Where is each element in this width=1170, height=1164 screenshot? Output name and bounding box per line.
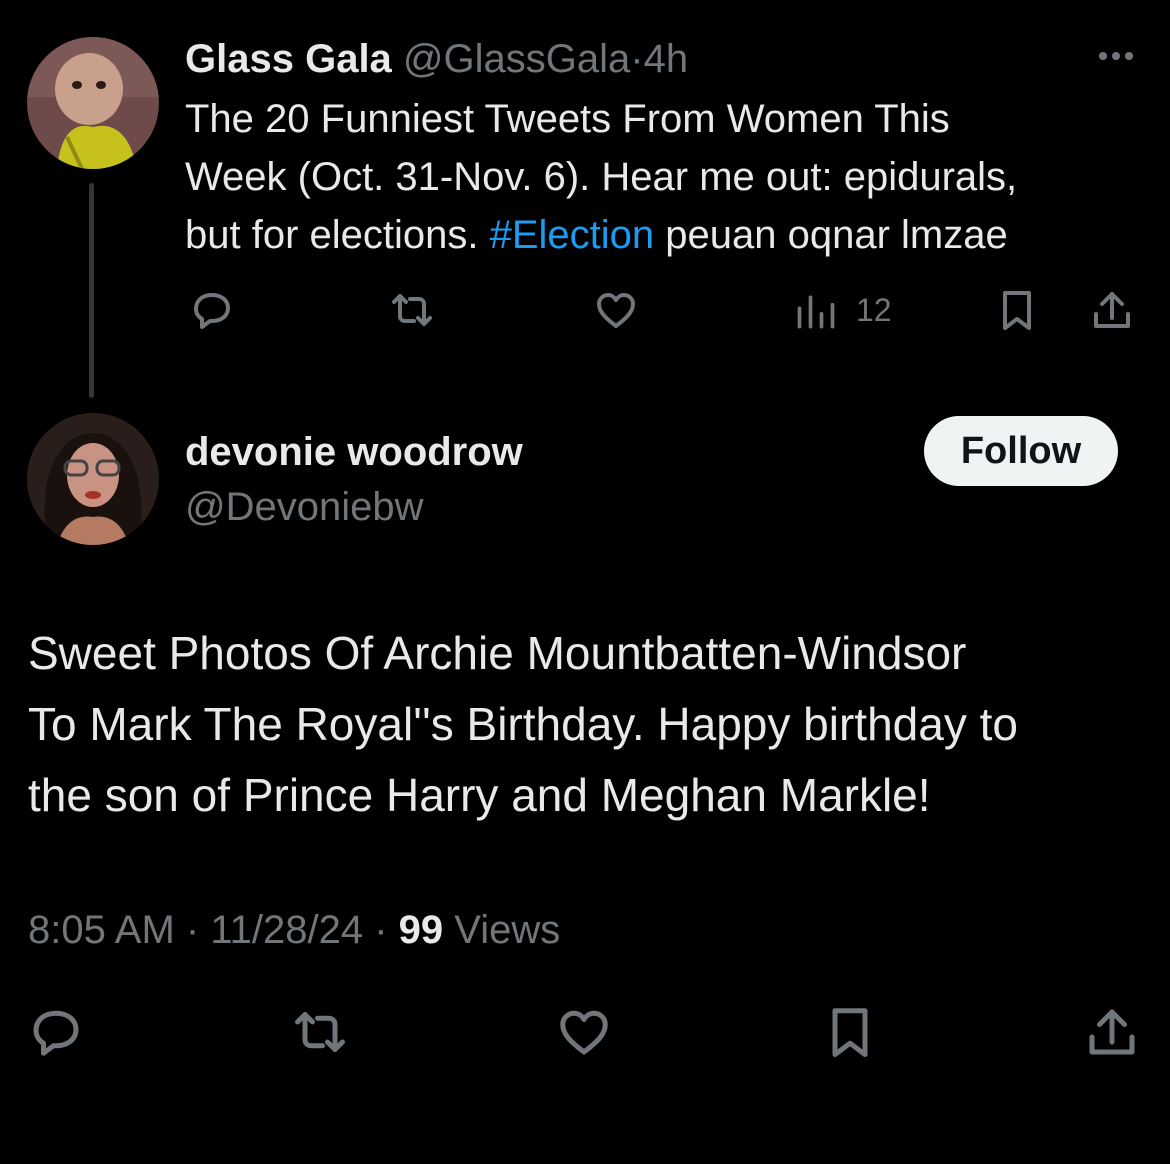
reply-icon[interactable] bbox=[26, 1002, 86, 1062]
meta-separator: · bbox=[185, 908, 200, 952]
tweet1-text: The 20 Funniest Tweets From Women This W… bbox=[185, 90, 1145, 264]
like-icon[interactable] bbox=[592, 286, 640, 334]
tweet1-line: The 20 Funniest Tweets From Women This bbox=[185, 97, 950, 141]
more-options-icon[interactable] bbox=[1092, 38, 1140, 74]
tweet2-time[interactable]: 8:05 AM bbox=[28, 908, 175, 952]
views-icon[interactable] bbox=[794, 290, 838, 334]
tweet1-author-handle[interactable]: @GlassGala bbox=[403, 37, 630, 81]
tweet2-date[interactable]: 11/28/24 bbox=[210, 908, 363, 952]
tweet1-text-tail: peuan oqnar lmzae bbox=[654, 213, 1008, 257]
meta-separator: · bbox=[374, 908, 388, 952]
tweet1-line: but for elections. bbox=[185, 213, 490, 257]
tweet2-meta: 8:05 AM · 11/28/24 · 99 Views bbox=[28, 905, 560, 955]
reply-icon[interactable] bbox=[188, 286, 236, 334]
tweet1-author-name[interactable]: Glass Gala bbox=[185, 37, 392, 81]
bookmark-icon[interactable] bbox=[820, 1002, 880, 1062]
tweet2-line: the son of Prince Harry and Meghan Markl… bbox=[28, 769, 931, 821]
tweet2-line: To Mark The Royal''s Birthday. Happy bir… bbox=[28, 698, 1018, 750]
tweet1-separator: · bbox=[630, 37, 644, 81]
tweet1-line: Week (Oct. 31-Nov. 6). Hear me out: epid… bbox=[185, 155, 1018, 199]
tweet2-author-handle[interactable]: @Devoniebw bbox=[185, 482, 424, 532]
tweet1-header: Glass Gala @GlassGala·4h bbox=[185, 34, 688, 84]
baby-photo bbox=[27, 37, 159, 169]
woman-photo bbox=[27, 413, 159, 545]
tweet2-line: Sweet Photos Of Archie Mountbatten-Winds… bbox=[28, 627, 967, 679]
share-icon[interactable] bbox=[1088, 286, 1136, 334]
follow-button[interactable]: Follow bbox=[924, 416, 1118, 486]
tweet1-views-count: 12 bbox=[856, 292, 892, 328]
tweet2-text: Sweet Photos Of Archie Mountbatten-Winds… bbox=[28, 618, 1158, 831]
tweet2-views-count: 99 bbox=[398, 908, 444, 952]
tweet2-views-label: Views bbox=[454, 908, 561, 952]
tweet2-author-name[interactable]: devonie woodrow bbox=[185, 427, 523, 477]
glassgala-avatar[interactable] bbox=[27, 37, 159, 169]
bookmark-icon[interactable] bbox=[993, 286, 1041, 334]
retweet-icon[interactable] bbox=[388, 286, 436, 334]
retweet-icon[interactable] bbox=[290, 1002, 350, 1062]
devonie-avatar[interactable] bbox=[27, 413, 159, 545]
election-hashtag[interactable]: #Election bbox=[490, 213, 655, 257]
share-icon[interactable] bbox=[1082, 1002, 1142, 1062]
thread-line bbox=[89, 183, 94, 398]
tweet1-time[interactable]: 4h bbox=[644, 37, 689, 81]
like-icon[interactable] bbox=[554, 1002, 614, 1062]
